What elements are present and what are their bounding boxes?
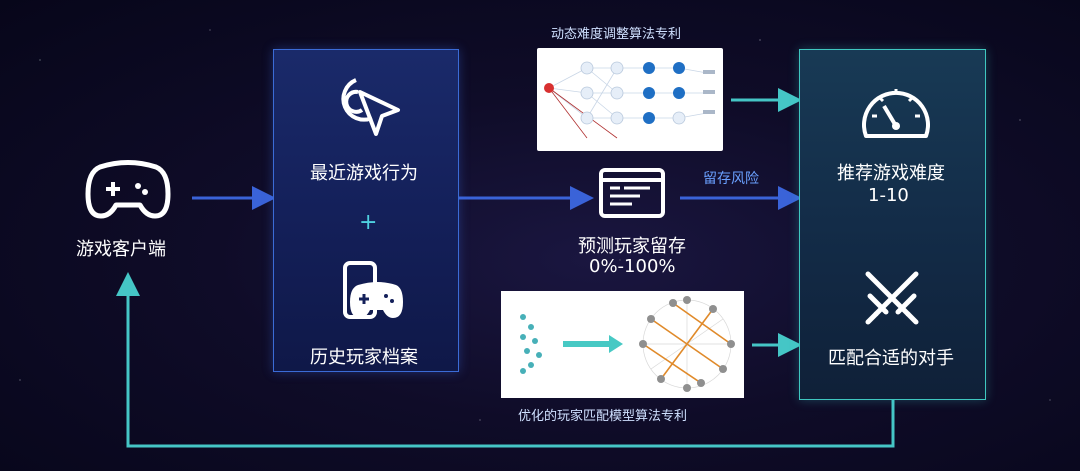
match-opponent-label: 匹配合适的对手 bbox=[828, 348, 954, 369]
crossed-swords-icon bbox=[865, 271, 919, 325]
diagram-canvas: 游戏客户端 最近游戏行为 + 历史玩家档案 动态难度调整算法专利 预测玩家留存 … bbox=[0, 0, 1080, 471]
